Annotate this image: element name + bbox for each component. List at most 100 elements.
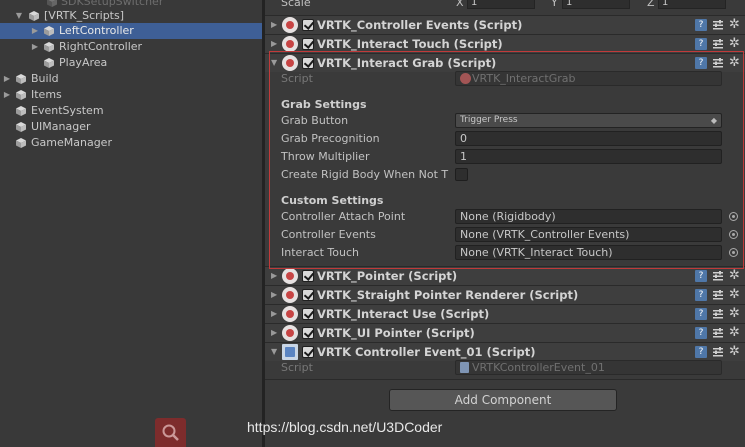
hierarchy-item-play-area[interactable]: PlayArea <box>0 55 262 71</box>
script-field: VRTKControllerEvent_01 <box>455 360 722 375</box>
gameobject-cube-icon <box>15 73 27 85</box>
component-header-controller-events[interactable]: ▶ VRTK_Controller Events (Script) ? ✲ <box>265 15 745 34</box>
controller-events-label: Controller Events <box>281 228 376 241</box>
component-enabled-checkbox[interactable] <box>302 57 314 69</box>
collapsed-arrow-icon[interactable]: ▶ <box>271 39 277 48</box>
vrtk-logo-icon <box>282 306 298 322</box>
grab-button-dropdown[interactable]: Trigger Press ◆ <box>455 113 722 128</box>
gear-icon[interactable]: ✲ <box>729 287 740 302</box>
hierarchy-panel: SDKSetupSwitcher ▼ [VRTK_Scripts] ▶ Left… <box>0 0 262 447</box>
collapsed-arrow-icon[interactable]: ▶ <box>271 271 277 280</box>
help-icon[interactable]: ? <box>695 308 707 320</box>
scale-label: Scale <box>281 0 311 9</box>
hierarchy-item-left-controller[interactable]: ▶ LeftController <box>0 23 262 39</box>
collapsed-arrow-icon[interactable]: ▶ <box>2 87 12 103</box>
preset-icon[interactable] <box>712 270 724 282</box>
collapsed-arrow-icon[interactable]: ▶ <box>271 309 277 318</box>
controller-events-field[interactable]: None (VRTK_Controller Events) <box>455 227 722 242</box>
hierarchy-item-game-manager[interactable]: GameManager <box>0 135 262 151</box>
gear-icon[interactable]: ✲ <box>729 268 740 283</box>
object-picker-icon[interactable] <box>729 212 738 221</box>
gameobject-cube-icon <box>46 0 58 8</box>
scale-z-field[interactable]: 1 <box>658 0 726 9</box>
preset-icon[interactable] <box>712 289 724 301</box>
collapsed-arrow-icon[interactable]: ▶ <box>30 39 40 55</box>
hierarchy-item-right-controller[interactable]: ▶ RightController <box>0 39 262 55</box>
collapsed-arrow-icon[interactable]: ▶ <box>30 23 40 39</box>
component-enabled-checkbox[interactable] <box>302 270 314 282</box>
collapsed-arrow-icon[interactable]: ▶ <box>271 20 277 29</box>
help-icon[interactable]: ? <box>695 57 707 69</box>
component-header-pointer[interactable]: ▶ VRTK_Pointer (Script) ? ✲ <box>265 266 745 285</box>
hierarchy-item-label: GameManager <box>31 136 112 149</box>
gear-icon[interactable]: ✲ <box>729 17 740 32</box>
scale-y-field[interactable]: 1 <box>562 0 630 9</box>
collapsed-arrow-icon[interactable]: ▶ <box>271 290 277 299</box>
hierarchy-item-build[interactable]: ▶ Build <box>0 71 262 87</box>
vrtk-logo-icon <box>282 17 298 33</box>
preset-icon[interactable] <box>712 327 724 339</box>
component-enabled-checkbox[interactable] <box>302 19 314 31</box>
help-icon[interactable]: ? <box>695 346 707 358</box>
controller-attach-point-field[interactable]: None (Rigidbody) <box>455 209 722 224</box>
component-header-straight-pointer-renderer[interactable]: ▶ VRTK_Straight Pointer Renderer (Script… <box>265 285 745 304</box>
gameobject-cube-icon <box>15 89 27 101</box>
grab-precognition-field[interactable]: 0 <box>455 131 722 146</box>
collapsed-arrow-icon[interactable]: ▶ <box>271 328 277 337</box>
help-icon[interactable]: ? <box>695 38 707 50</box>
search-button[interactable] <box>155 418 186 447</box>
collapsed-arrow-icon[interactable]: ▶ <box>2 71 12 87</box>
dropdown-arrow-icon: ◆ <box>710 116 717 125</box>
gear-icon[interactable]: ✲ <box>729 55 740 70</box>
component-enabled-checkbox[interactable] <box>302 38 314 50</box>
preset-icon[interactable] <box>712 19 724 31</box>
component-header-controller-event-01[interactable]: ▼ VRTK Controller Event_01 (Script) ? ✲ <box>265 342 745 361</box>
component-enabled-checkbox[interactable] <box>302 289 314 301</box>
expanded-arrow-icon[interactable]: ▼ <box>271 58 277 67</box>
component-enabled-checkbox[interactable] <box>302 308 314 320</box>
component-title: VRTK_Interact Use (Script) <box>317 307 490 321</box>
interact-touch-field[interactable]: None (VRTK_Interact Touch) <box>455 245 722 260</box>
csharp-file-icon <box>460 362 469 373</box>
component-title: VRTK_UI Pointer (Script) <box>317 326 475 340</box>
controller-attach-point-label: Controller Attach Point <box>281 210 406 223</box>
hierarchy-item-label: LeftController <box>59 24 134 37</box>
object-picker-icon[interactable] <box>729 248 738 257</box>
hierarchy-item-vrtk-scripts[interactable]: ▼ [VRTK_Scripts] <box>0 8 262 24</box>
gear-icon[interactable]: ✲ <box>729 36 740 51</box>
hierarchy-item-label: PlayArea <box>59 56 108 69</box>
hierarchy-item-event-system[interactable]: EventSystem <box>0 103 262 119</box>
component-enabled-checkbox[interactable] <box>302 346 314 358</box>
gameobject-cube-icon <box>15 105 27 117</box>
component-title: VRTK_Interact Grab (Script) <box>317 56 497 70</box>
component-header-interact-use[interactable]: ▶ VRTK_Interact Use (Script) ? ✲ <box>265 304 745 323</box>
component-header-interact-grab[interactable]: ▼ VRTK_Interact Grab (Script) ? ✲ <box>265 53 745 72</box>
help-icon[interactable]: ? <box>695 327 707 339</box>
component-header-ui-pointer[interactable]: ▶ VRTK_UI Pointer (Script) ? ✲ <box>265 323 745 342</box>
component-header-interact-touch[interactable]: ▶ VRTK_Interact Touch (Script) ? ✲ <box>265 34 745 53</box>
preset-icon[interactable] <box>712 38 724 50</box>
create-rigid-body-checkbox[interactable] <box>455 168 468 181</box>
hierarchy-item-label: UIManager <box>31 120 91 133</box>
vrtk-logo-icon <box>282 325 298 341</box>
throw-multiplier-field[interactable]: 1 <box>455 149 722 164</box>
component-enabled-checkbox[interactable] <box>302 327 314 339</box>
scale-x-field[interactable]: 1 <box>467 0 535 9</box>
interact-touch-label: Interact Touch <box>281 246 359 259</box>
gear-icon[interactable]: ✲ <box>729 306 740 321</box>
preset-icon[interactable] <box>712 308 724 320</box>
help-icon[interactable]: ? <box>695 19 707 31</box>
add-component-button[interactable]: Add Component <box>389 389 617 411</box>
gear-icon[interactable]: ✲ <box>729 344 740 359</box>
expanded-arrow-icon[interactable]: ▼ <box>271 347 277 356</box>
help-icon[interactable]: ? <box>695 270 707 282</box>
preset-icon[interactable] <box>712 57 724 69</box>
help-icon[interactable]: ? <box>695 289 707 301</box>
expanded-arrow-icon[interactable]: ▼ <box>14 8 24 24</box>
object-picker-icon[interactable] <box>729 230 738 239</box>
hierarchy-item-ui-manager[interactable]: UIManager <box>0 119 262 135</box>
hierarchy-item-items[interactable]: ▶ Items <box>0 87 262 103</box>
preset-icon[interactable] <box>712 346 724 358</box>
gear-icon[interactable]: ✲ <box>729 325 740 340</box>
component-title: VRTK_Interact Touch (Script) <box>317 37 503 51</box>
